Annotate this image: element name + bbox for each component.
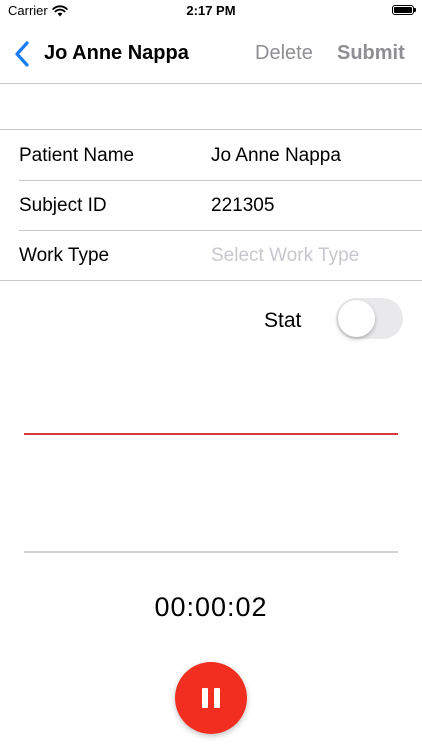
recording-timer: 00:00:02: [154, 592, 268, 622]
navigation-bar: Jo Anne Nappa Delete Submit: [0, 24, 422, 84]
work-type-label: Work Type: [19, 245, 110, 266]
work-type-selector[interactable]: Select Work Type: [211, 245, 359, 267]
patient-name-label: Patient Name: [19, 145, 135, 166]
status-bar: Carrier 2:17 PM: [0, 0, 422, 24]
submit-button[interactable]: Submit: [337, 42, 405, 65]
patient-name-row: Patient Name Jo Anne Nappa: [0, 130, 422, 180]
pause-icon: [201, 688, 221, 708]
subject-id-label: Subject ID: [19, 195, 107, 216]
stat-label: Stat: [264, 309, 302, 332]
divider: [24, 551, 398, 553]
toggle-knob: [338, 300, 375, 337]
patient-name-value: Jo Anne Nappa: [211, 145, 341, 166]
battery-icon: [392, 5, 416, 15]
stat-toggle[interactable]: [336, 298, 403, 339]
patient-form: Patient Name Jo Anne Nappa Subject ID 22…: [0, 129, 422, 281]
chevron-left-icon: [15, 41, 29, 67]
status-time: 2:17 PM: [186, 3, 236, 18]
subject-id-row: Subject ID 221305: [0, 180, 422, 230]
page-title: Jo Anne Nappa: [44, 42, 189, 64]
delete-button[interactable]: Delete: [255, 42, 313, 65]
back-button[interactable]: [12, 39, 38, 69]
subject-id-value: 221305: [211, 195, 275, 216]
pause-button[interactable]: [175, 662, 247, 734]
work-type-row[interactable]: Work Type Select Work Type: [0, 230, 422, 280]
audio-waveform: [24, 433, 398, 435]
